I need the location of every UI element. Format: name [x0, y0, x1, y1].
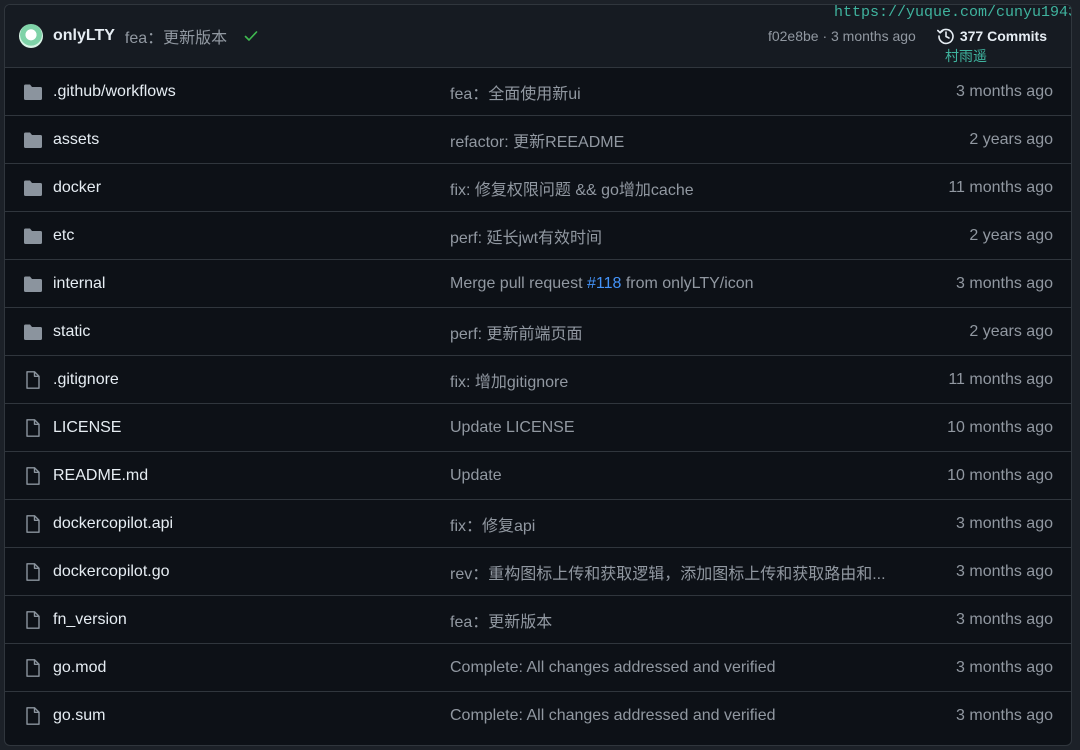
commit-time: 2 years ago: [969, 322, 1053, 340]
commit-time: 3 months ago: [956, 562, 1053, 580]
commit-message-text: from onlyLTY/icon: [621, 274, 754, 292]
file-row[interactable]: internal Merge pull request #118 from onl…: [5, 260, 1071, 308]
commit-time: 2 years ago: [969, 226, 1053, 244]
file-row[interactable]: go.sum Complete: All changes addressed an…: [5, 692, 1071, 740]
commit-time: 3 months ago: [956, 658, 1053, 676]
file-row[interactable]: dockercopilot.go rev：重构图标上传和获取逻辑，添加图标上传和获…: [5, 548, 1071, 596]
commit-message-link[interactable]: Update LICENSE: [450, 419, 910, 437]
commit-hash-time[interactable]: f02e8be · 3 months ago: [768, 28, 916, 44]
commit-time: 10 months ago: [947, 418, 1053, 436]
file-name-link[interactable]: .gitignore: [53, 371, 119, 389]
file-name-link[interactable]: LICENSE: [53, 419, 121, 437]
commit-message-link[interactable]: Complete: All changes addressed and veri…: [450, 707, 910, 725]
folder-icon: [23, 83, 43, 101]
watermark-url: https://yuque.com/cunyu1943: [833, 4, 1072, 21]
file-browser: onlyLTY fea：更新版本 f02e8be · 3 months ago …: [4, 4, 1072, 746]
file-name-link[interactable]: README.md: [53, 467, 148, 485]
commits-button[interactable]: 377 Commits: [936, 26, 1047, 46]
commit-author[interactable]: onlyLTY: [53, 27, 115, 45]
commit-message-link[interactable]: rev：重构图标上传和获取逻辑，添加图标上传和获取路由和...: [450, 560, 910, 584]
file-name-link[interactable]: internal: [53, 275, 105, 293]
commit-message-link[interactable]: fix: 修复权限问题 && go增加cache: [450, 176, 910, 200]
file-name-link[interactable]: dockercopilot.api: [53, 515, 173, 533]
commit-time: 11 months ago: [948, 370, 1053, 388]
file-name-link[interactable]: docker: [53, 179, 101, 197]
commit-message-link[interactable]: fix: 增加gitignore: [450, 368, 910, 392]
latest-commit-message[interactable]: fea：更新版本: [125, 24, 227, 48]
file-icon: [23, 563, 43, 581]
commit-time: 3 months ago: [956, 274, 1053, 292]
folder-icon: [23, 179, 43, 197]
file-row[interactable]: docker fix: 修复权限问题 && go增加cache 11 months …: [5, 164, 1071, 212]
folder-icon: [23, 323, 43, 341]
file-row[interactable]: assets refactor: 更新REEADME 2 years ago: [5, 116, 1071, 164]
file-name-link[interactable]: assets: [53, 131, 99, 149]
file-icon: [23, 707, 43, 725]
file-icon: [23, 515, 43, 533]
commit-time: 2 years ago: [969, 130, 1053, 148]
commit-time: 10 months ago: [947, 466, 1053, 484]
file-icon: [23, 611, 43, 629]
commit-message-link[interactable]: refactor: 更新REEADME: [450, 128, 910, 152]
history-icon: [936, 28, 954, 45]
file-name-link[interactable]: dockercopilot.go: [53, 563, 170, 581]
commit-message-link[interactable]: Merge pull request #118 from onlyLTY/ico…: [450, 275, 910, 293]
commit-message-link[interactable]: fix：修复api: [450, 512, 910, 536]
avatar[interactable]: [19, 24, 43, 48]
commit-time: 3 months ago: [956, 707, 1053, 724]
file-name-link[interactable]: fn_version: [53, 611, 127, 629]
commit-message-link[interactable]: Complete: All changes addressed and veri…: [450, 659, 910, 677]
commits-count: 377 Commits: [959, 28, 1047, 44]
commit-time: 3 months ago: [956, 514, 1053, 532]
folder-icon: [23, 227, 43, 245]
commit-message-text: Merge pull request: [450, 274, 587, 292]
latest-commit-bar: onlyLTY fea：更新版本 f02e8be · 3 months ago …: [5, 5, 1071, 68]
pull-request-link[interactable]: #118: [587, 275, 621, 292]
file-icon: [23, 419, 43, 437]
file-name-link[interactable]: etc: [53, 227, 74, 245]
file-icon: [23, 467, 43, 485]
check-icon[interactable]: [243, 28, 259, 44]
file-row[interactable]: dockercopilot.api fix：修复api 3 months ago: [5, 500, 1071, 548]
watermark-name: 村雨遥: [945, 48, 987, 64]
file-name-link[interactable]: go.mod: [53, 659, 106, 677]
commit-message-link[interactable]: Update: [450, 467, 910, 485]
commit-message-link[interactable]: perf: 延长jwt有效时间: [450, 224, 910, 248]
commit-time: 3 months ago: [956, 610, 1053, 628]
file-name-link[interactable]: .github/workflows: [53, 83, 176, 101]
file-row[interactable]: go.mod Complete: All changes addressed an…: [5, 644, 1071, 692]
file-row[interactable]: fn_version fea：更新版本 3 months ago: [5, 596, 1071, 644]
file-icon: [23, 659, 43, 677]
file-list: .github/workflows fea：全面使用新ui 3 months ago…: [5, 68, 1071, 740]
folder-icon: [23, 275, 43, 293]
file-row[interactable]: static perf: 更新前端页面 2 years ago: [5, 308, 1071, 356]
file-row[interactable]: README.md Update 10 months ago: [5, 452, 1071, 500]
file-row[interactable]: etc perf: 延长jwt有效时间 2 years ago: [5, 212, 1071, 260]
file-name-link[interactable]: go.sum: [53, 707, 105, 725]
file-icon: [23, 371, 43, 389]
commit-message-link[interactable]: fea：全面使用新ui: [450, 80, 910, 104]
commit-time: 11 months ago: [948, 178, 1053, 196]
commit-message-link[interactable]: fea：更新版本: [450, 608, 910, 632]
commit-message-link[interactable]: perf: 更新前端页面: [450, 320, 910, 344]
file-row[interactable]: .gitignore fix: 增加gitignore 11 months ago: [5, 356, 1071, 404]
commit-time: 3 months ago: [956, 82, 1053, 100]
file-row[interactable]: LICENSE Update LICENSE 10 months ago: [5, 404, 1071, 452]
file-row[interactable]: .github/workflows fea：全面使用新ui 3 months ago: [5, 68, 1071, 116]
folder-icon: [23, 131, 43, 149]
file-name-link[interactable]: static: [53, 323, 90, 341]
